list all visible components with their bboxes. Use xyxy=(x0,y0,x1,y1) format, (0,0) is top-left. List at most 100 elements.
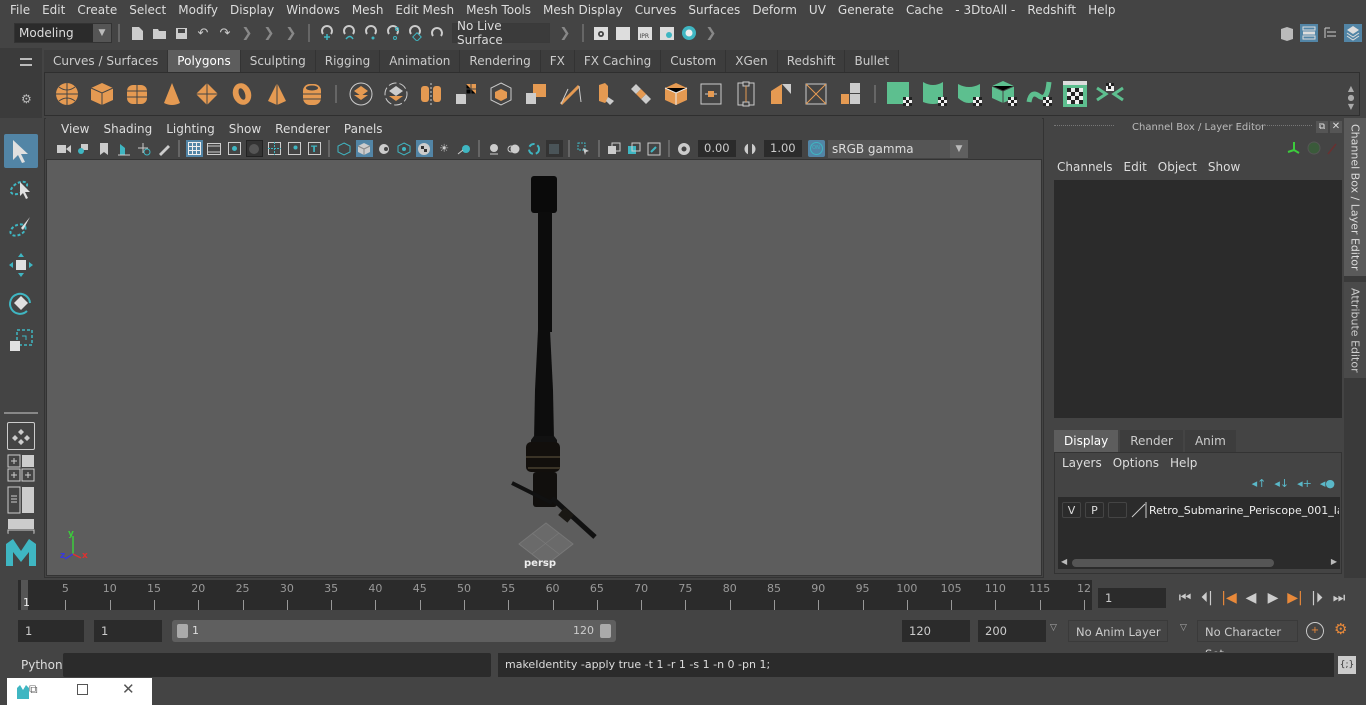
xray-components-icon[interactable] xyxy=(646,140,663,157)
2d-pan-zoom-icon[interactable] xyxy=(136,140,153,157)
current-frame-field[interactable]: 1 xyxy=(1098,588,1166,608)
script-language-toggle[interactable]: Python xyxy=(21,658,63,672)
redo-icon[interactable]: ↷ xyxy=(216,24,234,42)
modeling-toolkit-icon[interactable] xyxy=(1278,24,1296,42)
save-scene-icon[interactable] xyxy=(172,24,190,42)
layer-name[interactable]: Retro_Submarine_Periscope_001_laye xyxy=(1149,504,1339,517)
append-icon[interactable] xyxy=(836,79,866,109)
textured-icon[interactable] xyxy=(396,140,413,157)
mirror-icon[interactable] xyxy=(416,79,446,109)
screen-space-ao-icon[interactable] xyxy=(456,140,473,157)
render-frame-icon[interactable] xyxy=(614,24,632,42)
menu-mesh-display[interactable]: Mesh Display xyxy=(537,3,629,17)
bridge-icon[interactable] xyxy=(626,79,656,109)
live-surface-field[interactable]: No Live Surface xyxy=(452,19,550,47)
poly-pipe-icon[interactable] xyxy=(297,79,327,109)
menu-edit[interactable]: Edit xyxy=(36,3,71,17)
script-editor-icon[interactable]: {;} xyxy=(1338,656,1356,674)
exposure-icon[interactable] xyxy=(676,140,693,157)
menu-cache[interactable]: Cache xyxy=(900,3,949,17)
open-scene-icon[interactable] xyxy=(150,24,168,42)
collapse-arrow-icon[interactable]: ❯ xyxy=(260,24,278,42)
shelf-tab-rendering[interactable]: Rendering xyxy=(460,50,541,72)
character-set-chevron-icon[interactable]: ▽ xyxy=(1180,623,1187,633)
play-backwards-icon[interactable]: ◀ xyxy=(1240,587,1262,609)
shelf-tab-polygons[interactable]: Polygons xyxy=(168,50,241,72)
restore-window-icon[interactable]: ⧉ xyxy=(29,682,38,697)
menu-generate[interactable]: Generate xyxy=(832,3,900,17)
side-tab-attribute-editor[interactable]: Attribute Editor xyxy=(1344,282,1366,378)
smooth-shade-icon[interactable] xyxy=(355,140,373,157)
paint-select-tool-button[interactable] xyxy=(4,210,38,244)
playback-end-field[interactable]: 120 xyxy=(902,620,970,642)
extract-icon[interactable] xyxy=(486,79,516,109)
smooth-icon[interactable] xyxy=(451,79,481,109)
wireframe-icon[interactable] xyxy=(336,140,353,157)
merge-icon[interactable] xyxy=(801,79,831,109)
new-layer-from-selected-icon[interactable]: ◂● xyxy=(1320,477,1335,490)
snap-view-plane-icon[interactable] xyxy=(384,24,402,42)
menu-modify[interactable]: Modify xyxy=(172,3,224,17)
side-tab-channel-box[interactable]: Channel Box / Layer Editor xyxy=(1344,118,1366,276)
target-weld-icon[interactable] xyxy=(696,79,726,109)
viewport-menu-shading[interactable]: Shading xyxy=(96,122,159,136)
anti-aliasing-icon[interactable] xyxy=(506,140,523,157)
wireframe-on-shaded-icon[interactable] xyxy=(376,140,393,157)
shelf-tab-curves-surfaces[interactable]: Curves / Surfaces xyxy=(44,50,169,72)
snap-curve-icon[interactable] xyxy=(340,24,358,42)
scale-tool-button[interactable] xyxy=(4,324,38,358)
snap-grid-icon[interactable] xyxy=(318,24,336,42)
step-back-key-icon[interactable]: |◀ xyxy=(1218,587,1240,609)
layer-tab-anim[interactable]: Anim xyxy=(1184,430,1236,452)
timeline-handle[interactable] xyxy=(0,578,18,610)
film-gate-icon[interactable] xyxy=(206,140,223,157)
range-end-handle[interactable] xyxy=(600,624,611,638)
close-panel-icon[interactable]: ✕ xyxy=(1330,121,1342,133)
channel-box-menu-show[interactable]: Show xyxy=(1205,160,1248,174)
shelf-tab-redshift[interactable]: Redshift xyxy=(777,50,846,72)
layer-row[interactable]: V P Retro_Submarine_Periscope_001_laye xyxy=(1058,500,1340,520)
collapse-arrow-icon[interactable]: ❯ xyxy=(702,24,720,42)
play-forwards-icon[interactable]: ▶ xyxy=(1262,587,1284,609)
snap-point-icon[interactable] xyxy=(362,24,380,42)
render-settings-icon[interactable] xyxy=(658,24,676,42)
go-to-end-icon[interactable]: ⏭ xyxy=(1328,587,1350,609)
animation-end-field[interactable]: 200 xyxy=(978,620,1046,642)
layer-visibility-toggle[interactable]: V xyxy=(1062,502,1081,518)
step-forward-key-icon[interactable]: ▶| xyxy=(1284,587,1306,609)
poly-cone-icon[interactable] xyxy=(157,79,187,109)
grid-toggle-icon[interactable] xyxy=(185,140,203,157)
new-scene-icon[interactable] xyxy=(128,24,146,42)
four-view-layout-button[interactable] xyxy=(7,454,35,482)
gate-mask-icon[interactable] xyxy=(245,140,263,157)
menu-curves[interactable]: Curves xyxy=(629,3,683,17)
poly-pyramid-icon[interactable] xyxy=(262,79,292,109)
shelf-tab-rigging[interactable]: Rigging xyxy=(315,50,381,72)
insert-edgeloop-icon[interactable] xyxy=(731,79,761,109)
command-input[interactable] xyxy=(63,653,491,677)
shelf-scroll-control[interactable]: ▲ ● ▼ xyxy=(1344,84,1358,111)
layer-display-type-toggle[interactable] xyxy=(1108,502,1127,518)
shelf-tab-custom[interactable]: Custom xyxy=(661,50,727,72)
auto-key-icon[interactable]: + xyxy=(1306,622,1324,640)
layer-playback-toggle[interactable]: P xyxy=(1085,502,1104,518)
menu-deform[interactable]: Deform xyxy=(746,3,803,17)
menu-mesh[interactable]: Mesh xyxy=(346,3,390,17)
scroll-right-icon[interactable]: ▶ xyxy=(1331,557,1337,566)
layer-horizontal-scrollbar[interactable]: ◀ ▶ xyxy=(1058,557,1340,569)
depth-of-field-icon[interactable] xyxy=(526,140,543,157)
xray-icon[interactable] xyxy=(606,140,623,157)
select-camera-icon[interactable] xyxy=(56,140,73,157)
snap-live-icon[interactable] xyxy=(406,24,424,42)
move-tool-button[interactable] xyxy=(4,248,38,282)
multi-cut-icon[interactable] xyxy=(556,79,586,109)
attribute-editor-toggle-icon[interactable] xyxy=(1300,24,1318,42)
image-plane-icon[interactable] xyxy=(116,140,133,157)
poly-diamond-icon[interactable] xyxy=(192,79,222,109)
layer-menu-options[interactable]: Options xyxy=(1110,456,1167,470)
combine-icon[interactable] xyxy=(346,79,376,109)
layer-menu-help[interactable]: Help xyxy=(1167,456,1205,470)
poly-cube-icon[interactable] xyxy=(87,79,117,109)
scroll-left-icon[interactable]: ◀ xyxy=(1061,557,1067,566)
character-set-dropdown[interactable]: No Character Set xyxy=(1197,620,1298,661)
